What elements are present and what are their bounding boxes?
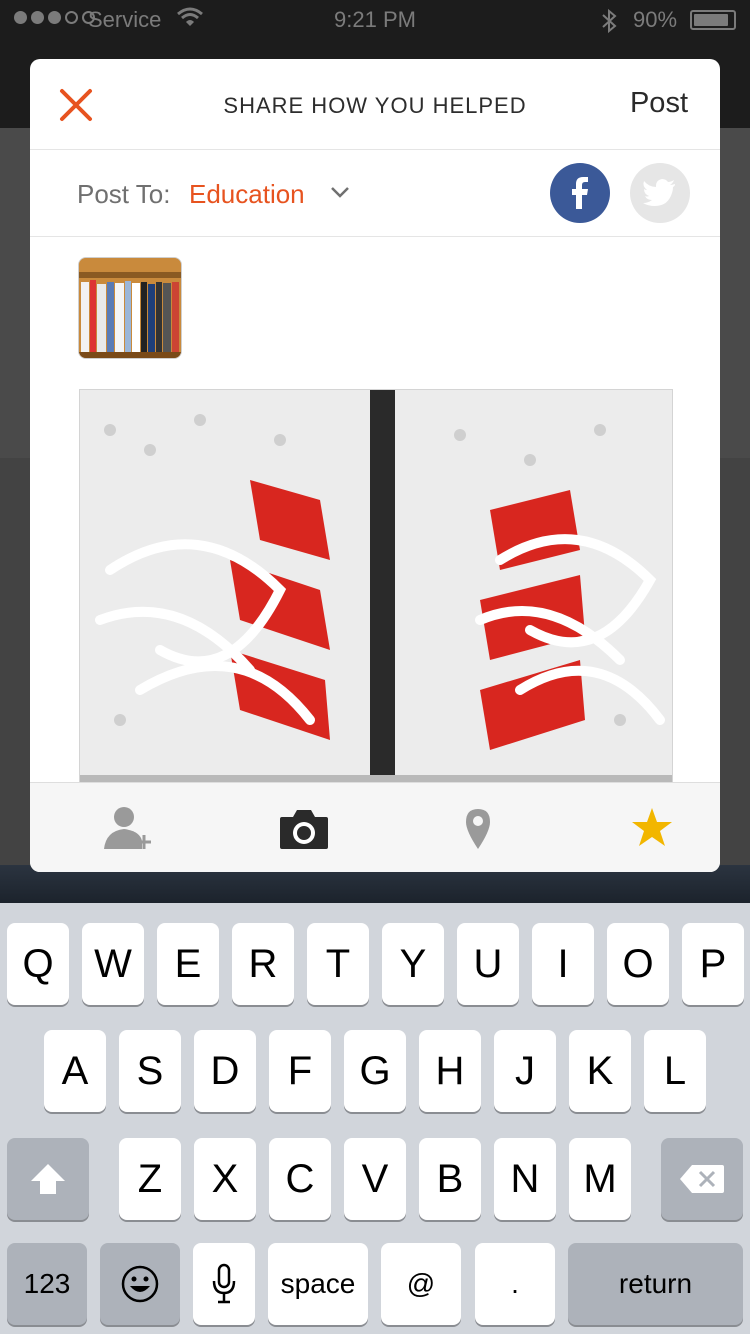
key-k[interactable]: K xyxy=(569,1030,631,1112)
battery-level xyxy=(694,14,729,26)
keyboard: QWERTYUIOP ASDFGHJKL ZXCVBNM 123 space @… xyxy=(0,903,750,1334)
compose-toolbar xyxy=(30,782,720,872)
key-s[interactable]: S xyxy=(119,1030,181,1112)
key-w[interactable]: W xyxy=(82,923,144,1005)
share-modal: SHARE HOW YOU HELPED Post Post To: Educa… xyxy=(30,59,720,872)
key-g[interactable]: G xyxy=(344,1030,406,1112)
key-a[interactable]: A xyxy=(44,1030,106,1112)
modal-header: SHARE HOW YOU HELPED Post xyxy=(30,59,720,150)
modal-title: SHARE HOW YOU HELPED xyxy=(223,93,527,118)
add-person-icon[interactable] xyxy=(104,805,156,851)
attached-photo-sneakers[interactable] xyxy=(79,389,673,786)
post-to-label: Post To: xyxy=(77,179,171,209)
space-key[interactable]: space xyxy=(268,1243,368,1325)
key-r[interactable]: R xyxy=(232,923,294,1005)
chevron-down-icon[interactable] xyxy=(330,182,350,202)
shift-key[interactable] xyxy=(7,1138,89,1220)
post-to-category-dropdown[interactable]: Education xyxy=(189,179,305,210)
key-e[interactable]: E xyxy=(157,923,219,1005)
key-j[interactable]: J xyxy=(494,1030,556,1112)
key-x[interactable]: X xyxy=(194,1138,256,1220)
key-m[interactable]: M xyxy=(569,1138,631,1220)
key-o[interactable]: O xyxy=(607,923,669,1005)
key-n[interactable]: N xyxy=(494,1138,556,1220)
backspace-key[interactable] xyxy=(661,1138,743,1220)
microphone-icon xyxy=(212,1263,236,1304)
key-i[interactable]: I xyxy=(532,923,594,1005)
key-q[interactable]: Q xyxy=(7,923,69,1005)
key-c[interactable]: C xyxy=(269,1138,331,1220)
delete-icon xyxy=(680,1165,724,1193)
key-l[interactable]: L xyxy=(644,1030,706,1112)
key-p[interactable]: P xyxy=(682,923,744,1005)
key-u[interactable]: U xyxy=(457,923,519,1005)
shift-arrow-icon xyxy=(31,1164,65,1194)
key-y[interactable]: Y xyxy=(382,923,444,1005)
bookshelf-thumbnail[interactable] xyxy=(78,257,182,359)
period-key[interactable]: . xyxy=(475,1243,555,1325)
twitter-share-button[interactable] xyxy=(630,163,690,223)
twitter-icon xyxy=(643,179,675,206)
status-bar: Service 9:21 PM 90% xyxy=(0,0,750,40)
location-pin-icon[interactable] xyxy=(452,805,504,851)
post-to-row: Post To: Education xyxy=(30,149,720,237)
emoji-icon xyxy=(121,1265,159,1303)
bluetooth-icon xyxy=(602,8,617,34)
key-z[interactable]: Z xyxy=(119,1138,181,1220)
star-icon[interactable] xyxy=(626,805,678,851)
facebook-icon xyxy=(572,177,588,209)
battery-icon xyxy=(690,10,736,30)
at-key[interactable]: @ xyxy=(381,1243,461,1325)
post-button[interactable]: Post xyxy=(630,87,688,120)
emoji-key[interactable] xyxy=(100,1243,180,1325)
dictation-key[interactable] xyxy=(193,1243,255,1325)
key-v[interactable]: V xyxy=(344,1138,406,1220)
key-h[interactable]: H xyxy=(419,1030,481,1112)
numbers-key[interactable]: 123 xyxy=(7,1243,87,1325)
key-b[interactable]: B xyxy=(419,1138,481,1220)
key-f[interactable]: F xyxy=(269,1030,331,1112)
camera-icon[interactable] xyxy=(278,805,330,851)
return-key[interactable]: return xyxy=(568,1243,743,1325)
battery-percentage: 90% xyxy=(633,7,678,32)
key-t[interactable]: T xyxy=(307,923,369,1005)
key-d[interactable]: D xyxy=(194,1030,256,1112)
facebook-share-button[interactable] xyxy=(550,163,610,223)
